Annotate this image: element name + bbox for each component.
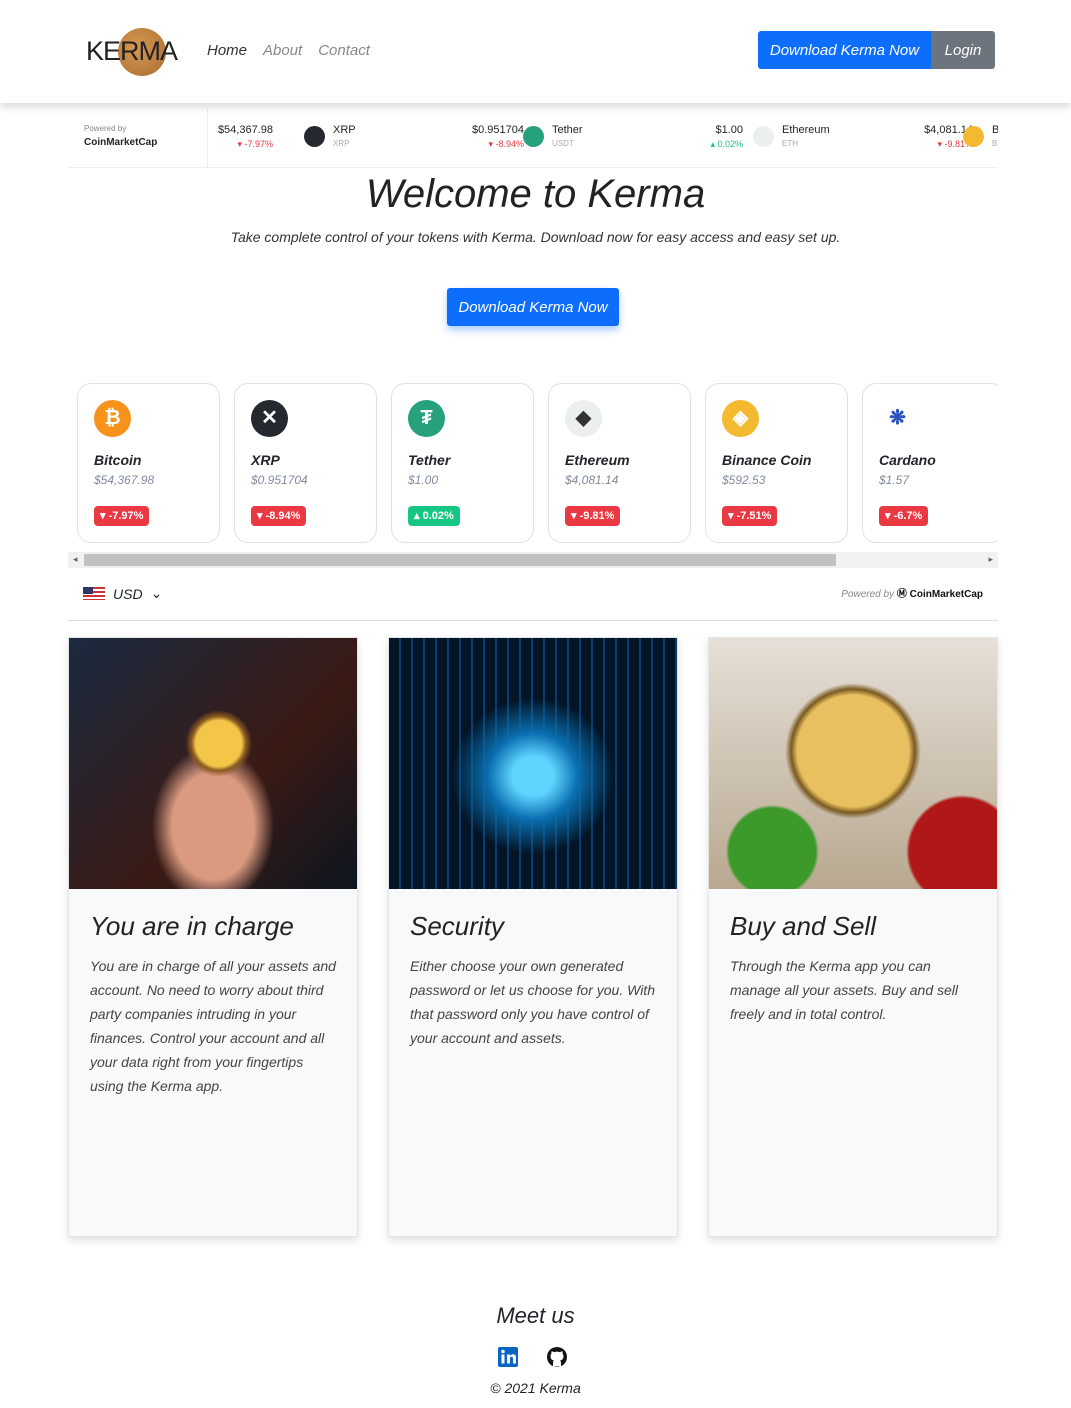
ethereum-icon [753, 126, 774, 147]
coin-card[interactable]: ◆ Ethereum $4,081.14 ▾ -9.81% [548, 383, 691, 543]
coin-card[interactable]: ❋ Cardano $1.57 ▾ -6.7% [862, 383, 998, 543]
coin-card[interactable]: ✕ XRP $0.951704 ▾ -8.94% [234, 383, 377, 543]
coin-cards: ₿ Bitcoin $54,367.98 ▾ -7.97% ✕ XRP $0.95… [68, 383, 998, 543]
download-button[interactable]: Download Kerma Now [758, 31, 931, 69]
binance-icon [963, 126, 984, 147]
chevron-down-icon: ⌄ [150, 585, 163, 601]
feature-card: Security Either choose your own generated… [388, 637, 678, 1237]
page-title: Welcome to Kerma [365, 172, 706, 216]
nav-home[interactable]: Home [207, 42, 247, 59]
binance-icon: ◈ [722, 400, 759, 437]
change-badge: ▾ -6.7% [879, 506, 929, 526]
ticker-item[interactable]: Ethereum ETH $4,081.14 ▾ -9.81% [753, 124, 973, 154]
nav-about[interactable]: About [263, 42, 302, 59]
ticker-powered-by[interactable]: Powered by CoinMarketCap [68, 108, 208, 167]
hero-download-button[interactable]: Download Kerma Now [447, 288, 619, 326]
bitcoin-hand-image [69, 638, 357, 889]
tether-icon: ₮ [408, 400, 445, 437]
ticker-item[interactable]: Tether USDT $1.00 ▴ 0.02% [523, 124, 743, 154]
price-ticker: Powered by CoinMarketCap $54,367.98 ▾ -7.9… [68, 108, 998, 168]
change-badge: ▾ -9.81% [565, 506, 621, 526]
change-badge: ▴ 0.02% [408, 506, 460, 526]
coin-card[interactable]: ◈ Binance Coin $592.53 ▾ -7.51% [705, 383, 848, 543]
footer-title: Meet us [496, 1303, 575, 1328]
coin-card[interactable]: ₮ Tether $1.00 ▴ 0.02% [391, 383, 534, 543]
copyright: © 2021 Kerma [490, 1380, 581, 1396]
change-badge: ▾ -8.94% [251, 506, 307, 526]
feature-card: You are in charge You are in charge of al… [68, 637, 358, 1237]
linkedin-icon[interactable] [497, 1346, 519, 1368]
padlock-image [389, 638, 677, 889]
xrp-icon: ✕ [251, 400, 288, 437]
ticker-item[interactable]: B B [963, 124, 998, 154]
ethereum-icon: ◆ [565, 400, 602, 437]
ticker-item-bitcoin[interactable]: $54,367.98 ▾ -7.97% [216, 124, 273, 154]
login-button[interactable]: Login [931, 31, 995, 69]
nav-links: Home About Contact [207, 42, 370, 59]
cardano-icon: ❋ [879, 400, 916, 437]
kerma-logo[interactable]: KERMA [86, 28, 178, 76]
buy-sell-image [709, 638, 997, 889]
divider [68, 620, 998, 621]
ticker-item[interactable]: XRP XRP $0.951704 ▾ -8.94% [304, 124, 524, 154]
tether-icon [523, 126, 544, 147]
bitcoin-icon: ₿ [94, 400, 131, 437]
xrp-icon [304, 126, 325, 147]
hero-subtitle: Take complete control of your tokens wit… [230, 229, 841, 245]
us-flag-icon [83, 587, 105, 600]
nav-contact[interactable]: Contact [318, 42, 370, 59]
github-icon[interactable] [546, 1346, 568, 1368]
change-badge: ▾ -7.51% [722, 506, 778, 526]
currency-select[interactable]: USD ⌄ [83, 585, 162, 602]
change-badge: ▾ -7.97% [94, 506, 150, 526]
powered-by[interactable]: Powered by Ⓜ CoinMarketCap [841, 585, 983, 600]
horizontal-scrollbar[interactable]: ◂ ▸ [68, 552, 998, 568]
navbar: KERMA Home About Contact Download Kerma … [0, 0, 1071, 103]
coin-card[interactable]: ₿ Bitcoin $54,367.98 ▾ -7.97% [77, 383, 220, 543]
feature-card: Buy and Sell Through the Kerma app you ca… [708, 637, 998, 1237]
